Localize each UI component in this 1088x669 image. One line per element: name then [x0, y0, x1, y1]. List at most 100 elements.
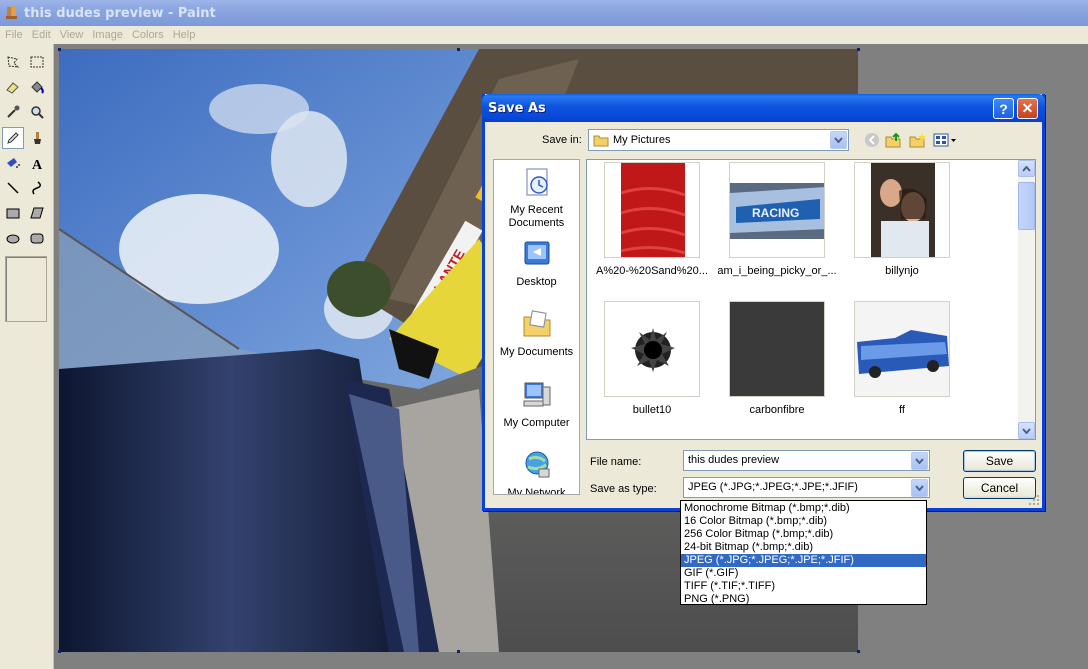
type-option[interactable]: PNG (*.PNG)	[681, 593, 926, 606]
polygon-tool[interactable]	[26, 202, 48, 224]
type-option[interactable]: 256 Color Bitmap (*.bmp;*.dib)	[681, 528, 926, 541]
menu-file[interactable]: File	[4, 29, 29, 41]
text-a-icon: A	[32, 158, 43, 171]
rect-select-tool[interactable]	[26, 51, 48, 73]
menu-help[interactable]: Help	[172, 29, 202, 41]
airbrush-tool[interactable]	[2, 152, 24, 174]
up-folder-icon	[885, 132, 901, 148]
eraser-tool[interactable]	[2, 76, 24, 98]
canvas-handle[interactable]	[58, 48, 61, 51]
file-item[interactable]: ff	[837, 301, 967, 421]
place-my-network[interactable]: My Network	[494, 449, 579, 494]
file-name-input[interactable]: this dudes preview	[683, 450, 930, 471]
save-in-select[interactable]: My Pictures	[588, 129, 849, 151]
type-option-selected[interactable]: JPEG (*.JPG;*.JPEG;*.JPE;*.JFIF)	[681, 554, 926, 567]
back-button[interactable]	[862, 130, 882, 150]
svg-text:A: A	[32, 158, 43, 171]
rounded-rect-tool[interactable]	[26, 227, 48, 249]
place-label: Desktop	[516, 276, 557, 288]
carbon-fibre-image	[730, 302, 824, 396]
type-option[interactable]: 16 Color Bitmap (*.bmp;*.dib)	[681, 515, 926, 528]
file-name: A%20-%20Sand%20...	[596, 265, 708, 277]
new-folder-button[interactable]	[908, 130, 928, 150]
file-name: am_i_being_picky_or_...	[717, 265, 837, 277]
file-item[interactable]: RACING am_i_being_picky_or_...	[712, 162, 842, 282]
menu-view[interactable]: View	[59, 29, 90, 41]
line-icon	[7, 182, 19, 194]
file-item[interactable]: bullet10	[587, 301, 717, 421]
close-icon: ✕	[1021, 100, 1034, 116]
rectangle-tool[interactable]	[2, 202, 24, 224]
tool-options-box[interactable]	[5, 256, 47, 322]
magnifier-tool[interactable]	[26, 101, 48, 123]
save-in-dropdown-button[interactable]	[830, 131, 847, 149]
cancel-button[interactable]: Cancel	[963, 477, 1036, 499]
type-option[interactable]: GIF (*.GIF)	[681, 567, 926, 580]
portrait-photo	[871, 163, 935, 257]
canvas-handle[interactable]	[58, 650, 61, 653]
resize-grip-icon[interactable]	[1028, 494, 1040, 506]
type-option[interactable]: 24-bit Bitmap (*.bmp;*.dib)	[681, 541, 926, 554]
save-as-type-dropdown-button[interactable]	[911, 479, 928, 497]
type-option[interactable]: Monochrome Bitmap (*.bmp;*.dib)	[681, 502, 926, 515]
text-tool[interactable]: A	[26, 152, 48, 174]
file-name: bullet10	[632, 404, 672, 416]
file-item[interactable]: A%20-%20Sand%20...	[587, 162, 717, 282]
fill-tool[interactable]	[26, 76, 48, 98]
place-desktop[interactable]: Desktop	[494, 238, 579, 289]
rect-select-icon	[30, 56, 44, 68]
my-network-icon	[525, 451, 549, 478]
brush-tool[interactable]	[26, 127, 48, 149]
free-select-icon	[7, 56, 20, 68]
save-in-label: Save in:	[542, 134, 582, 146]
canvas-handle[interactable]	[857, 48, 860, 51]
back-arrow-icon	[865, 133, 879, 147]
file-item[interactable]: billynjo	[837, 162, 967, 282]
curve-tool[interactable]	[26, 177, 48, 199]
window-title: this dudes preview - Paint	[24, 5, 216, 21]
file-list-scrollbar[interactable]	[1018, 160, 1035, 439]
chevron-up-icon	[1022, 165, 1031, 172]
file-name-value: this dudes preview	[688, 454, 780, 466]
file-list[interactable]: A%20-%20Sand%20... RACING am_i_being_pic…	[586, 159, 1036, 440]
desktop-icon	[524, 241, 549, 265]
file-item[interactable]: carbonfibre	[712, 301, 842, 421]
toolbox: A	[0, 44, 54, 669]
color-picker-tool[interactable]	[2, 101, 24, 123]
line-tool[interactable]	[2, 177, 24, 199]
canvas-handle[interactable]	[457, 650, 460, 653]
menu-image[interactable]: Image	[91, 29, 129, 41]
scroll-up-button[interactable]	[1018, 160, 1035, 177]
scrollbar-thumb[interactable]	[1018, 182, 1035, 230]
paint-app-icon	[6, 6, 17, 19]
dialog-titlebar[interactable]: Save As ? ✕	[482, 94, 1045, 122]
save-as-type-select[interactable]: JPEG (*.JPG;*.JPEG;*.JPE;*.JFIF)	[683, 477, 930, 498]
place-my-computer[interactable]: My Computer	[494, 379, 579, 430]
scroll-down-button[interactable]	[1018, 422, 1035, 439]
window-titlebar[interactable]: this dudes preview - Paint	[0, 0, 1088, 26]
file-thumbnail	[854, 162, 950, 258]
up-folder-button[interactable]	[884, 130, 904, 150]
place-my-recent-documents[interactable]: My Recent Documents	[494, 166, 579, 230]
folder-icon	[593, 135, 609, 147]
close-button[interactable]: ✕	[1017, 98, 1038, 119]
save-button[interactable]: Save	[963, 450, 1036, 472]
place-label: My Recent Documents	[508, 204, 565, 229]
my-documents-icon	[523, 310, 550, 337]
file-name-dropdown-button[interactable]	[911, 452, 928, 470]
free-select-tool[interactable]	[2, 51, 24, 73]
view-menu-button[interactable]	[932, 130, 958, 150]
help-button[interactable]: ?	[993, 98, 1014, 119]
canvas-handle[interactable]	[857, 650, 860, 653]
view-grid-icon	[933, 133, 956, 147]
pencil-tool[interactable]	[2, 127, 24, 149]
menu-edit[interactable]: Edit	[31, 29, 57, 41]
ellipse-tool[interactable]	[2, 227, 24, 249]
menu-colors[interactable]: Colors	[131, 29, 170, 41]
place-my-documents[interactable]: My Documents	[494, 308, 579, 359]
type-option[interactable]: TIFF (*.TIF;*.TIFF)	[681, 580, 926, 593]
canvas-handle[interactable]	[457, 48, 460, 51]
file-thumbnail	[854, 301, 950, 397]
new-folder-icon	[909, 133, 926, 148]
place-label: My Documents	[499, 346, 574, 358]
